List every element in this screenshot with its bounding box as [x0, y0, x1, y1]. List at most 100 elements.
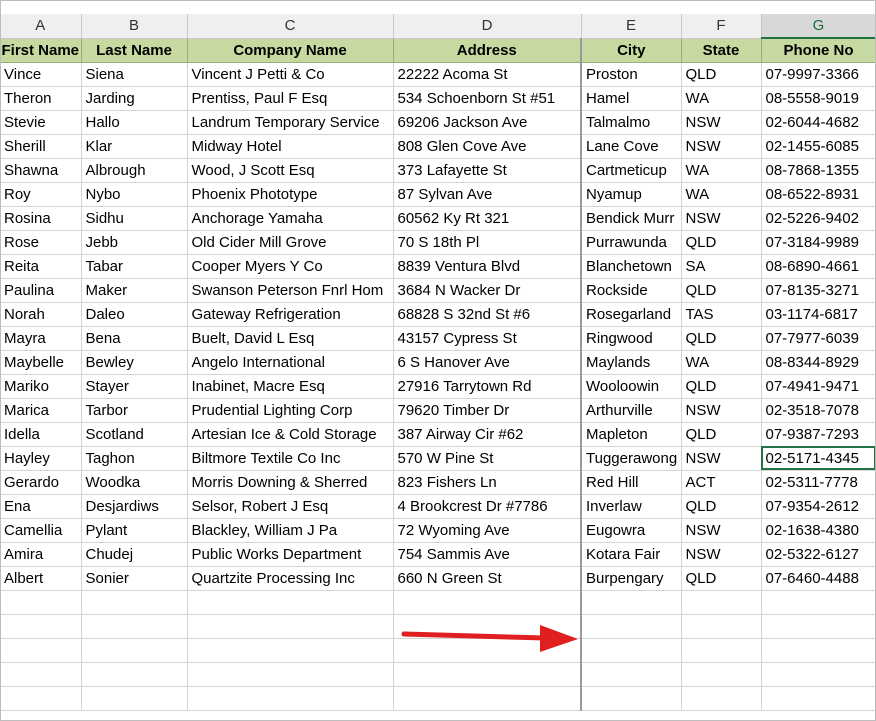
cell[interactable]: Theron — [0, 86, 82, 111]
cell[interactable]: Ringwood — [581, 326, 682, 351]
empty-cell[interactable] — [187, 662, 394, 687]
cell[interactable]: Taghon — [81, 446, 188, 471]
empty-cell[interactable] — [81, 686, 188, 711]
cell[interactable]: Wooloowin — [581, 374, 682, 399]
cell[interactable]: TAS — [681, 302, 762, 327]
cell[interactable]: Prudential Lighting Corp — [187, 398, 394, 423]
cell[interactable]: NSW — [681, 134, 762, 159]
cell[interactable]: Hayley — [0, 446, 82, 471]
cell[interactable]: QLD — [681, 422, 762, 447]
header-cell[interactable]: Phone No — [761, 38, 876, 63]
cell[interactable]: Scotland — [81, 422, 188, 447]
cell[interactable]: Burpengary — [581, 566, 682, 591]
cell[interactable]: Jebb — [81, 230, 188, 255]
empty-cell[interactable] — [0, 590, 82, 615]
empty-cell[interactable] — [0, 686, 82, 711]
cell[interactable]: QLD — [681, 278, 762, 303]
cell[interactable]: Inabinet, Macre Esq — [187, 374, 394, 399]
cell[interactable]: 373 Lafayette St — [393, 158, 582, 183]
cell[interactable]: 6 S Hanover Ave — [393, 350, 582, 375]
cell[interactable]: 387 Airway Cir #62 — [393, 422, 582, 447]
cell[interactable]: 08-6522-8931 — [761, 182, 876, 207]
cell[interactable]: Selsor, Robert J Esq — [187, 494, 394, 519]
cell[interactable]: QLD — [681, 62, 762, 87]
cell[interactable]: 43157 Cypress St — [393, 326, 582, 351]
cell[interactable]: Albert — [0, 566, 82, 591]
cell[interactable]: Buelt, David L Esq — [187, 326, 394, 351]
cell[interactable]: 08-7868-1355 — [761, 158, 876, 183]
cell[interactable]: Chudej — [81, 542, 188, 567]
empty-cell[interactable] — [761, 638, 876, 663]
cell[interactable]: Bendick Murr — [581, 206, 682, 231]
cell[interactable]: Maylands — [581, 350, 682, 375]
cell[interactable]: Phoenix Phototype — [187, 182, 394, 207]
cell[interactable]: 87 Sylvan Ave — [393, 182, 582, 207]
cell[interactable]: 02-1638-4380 — [761, 518, 876, 543]
cell[interactable]: Mapleton — [581, 422, 682, 447]
cell[interactable]: Cartmeticup — [581, 158, 682, 183]
cell[interactable]: 02-5311-7778 — [761, 470, 876, 495]
cell[interactable]: 8839 Ventura Blvd — [393, 254, 582, 279]
cell[interactable]: 808 Glen Cove Ave — [393, 134, 582, 159]
empty-cell[interactable] — [581, 638, 682, 663]
header-cell[interactable]: Last Name — [81, 38, 188, 63]
cell[interactable]: 07-8135-3271 — [761, 278, 876, 303]
cell[interactable]: Paulina — [0, 278, 82, 303]
cell[interactable]: Blanchetown — [581, 254, 682, 279]
empty-cell[interactable] — [81, 662, 188, 687]
cell[interactable]: Pylant — [81, 518, 188, 543]
selected-cell[interactable]: 02-5171-4345 — [761, 446, 876, 471]
cell[interactable]: Eugowra — [581, 518, 682, 543]
cell[interactable]: Talmalmo — [581, 110, 682, 135]
cell[interactable]: Camellia — [0, 518, 82, 543]
cell[interactable]: Hamel — [581, 86, 682, 111]
cell[interactable]: NSW — [681, 206, 762, 231]
cell[interactable]: SA — [681, 254, 762, 279]
cell[interactable]: 07-7977-6039 — [761, 326, 876, 351]
empty-cell[interactable] — [81, 638, 188, 663]
cell[interactable]: 754 Sammis Ave — [393, 542, 582, 567]
cell[interactable]: 823 Fishers Ln — [393, 470, 582, 495]
header-cell[interactable]: State — [681, 38, 762, 63]
empty-cell[interactable] — [761, 614, 876, 639]
cell[interactable]: Gerardo — [0, 470, 82, 495]
column-header-b[interactable]: B — [81, 14, 188, 39]
cell[interactable]: 02-1455-6085 — [761, 134, 876, 159]
cell[interactable]: Cooper Myers Y Co — [187, 254, 394, 279]
cell[interactable]: QLD — [681, 374, 762, 399]
header-cell[interactable]: First Name — [0, 38, 82, 63]
empty-cell[interactable] — [0, 662, 82, 687]
cell[interactable]: 07-9387-7293 — [761, 422, 876, 447]
cell[interactable]: Siena — [81, 62, 188, 87]
empty-cell[interactable] — [187, 590, 394, 615]
cell[interactable]: Public Works Department — [187, 542, 394, 567]
column-header-f[interactable]: F — [681, 14, 762, 39]
cell[interactable]: 02-5322-6127 — [761, 542, 876, 567]
cell[interactable]: Sherill — [0, 134, 82, 159]
cell[interactable]: Angelo International — [187, 350, 394, 375]
cell[interactable]: Quartzite Processing Inc — [187, 566, 394, 591]
cell[interactable]: 02-5226-9402 — [761, 206, 876, 231]
cell[interactable]: Landrum Temporary Service — [187, 110, 394, 135]
cell[interactable]: Jarding — [81, 86, 188, 111]
cell[interactable]: Marica — [0, 398, 82, 423]
cell[interactable]: WA — [681, 350, 762, 375]
cell[interactable]: NSW — [681, 446, 762, 471]
cell[interactable]: NSW — [681, 542, 762, 567]
empty-cell[interactable] — [681, 590, 762, 615]
empty-cell[interactable] — [681, 638, 762, 663]
cell[interactable]: Biltmore Textile Co Inc — [187, 446, 394, 471]
cell[interactable]: Tabar — [81, 254, 188, 279]
empty-cell[interactable] — [761, 590, 876, 615]
cell[interactable]: 07-9997-3366 — [761, 62, 876, 87]
cell[interactable]: Blackley, William J Pa — [187, 518, 394, 543]
header-cell[interactable]: Address — [393, 38, 582, 63]
cell[interactable]: Inverlaw — [581, 494, 682, 519]
cell[interactable]: WA — [681, 182, 762, 207]
cell[interactable]: 70 S 18th Pl — [393, 230, 582, 255]
cell[interactable]: 60562 Ky Rt 321 — [393, 206, 582, 231]
cell[interactable]: NSW — [681, 398, 762, 423]
empty-cell[interactable] — [0, 614, 82, 639]
empty-cell[interactable] — [761, 686, 876, 711]
cell[interactable]: Shawna — [0, 158, 82, 183]
